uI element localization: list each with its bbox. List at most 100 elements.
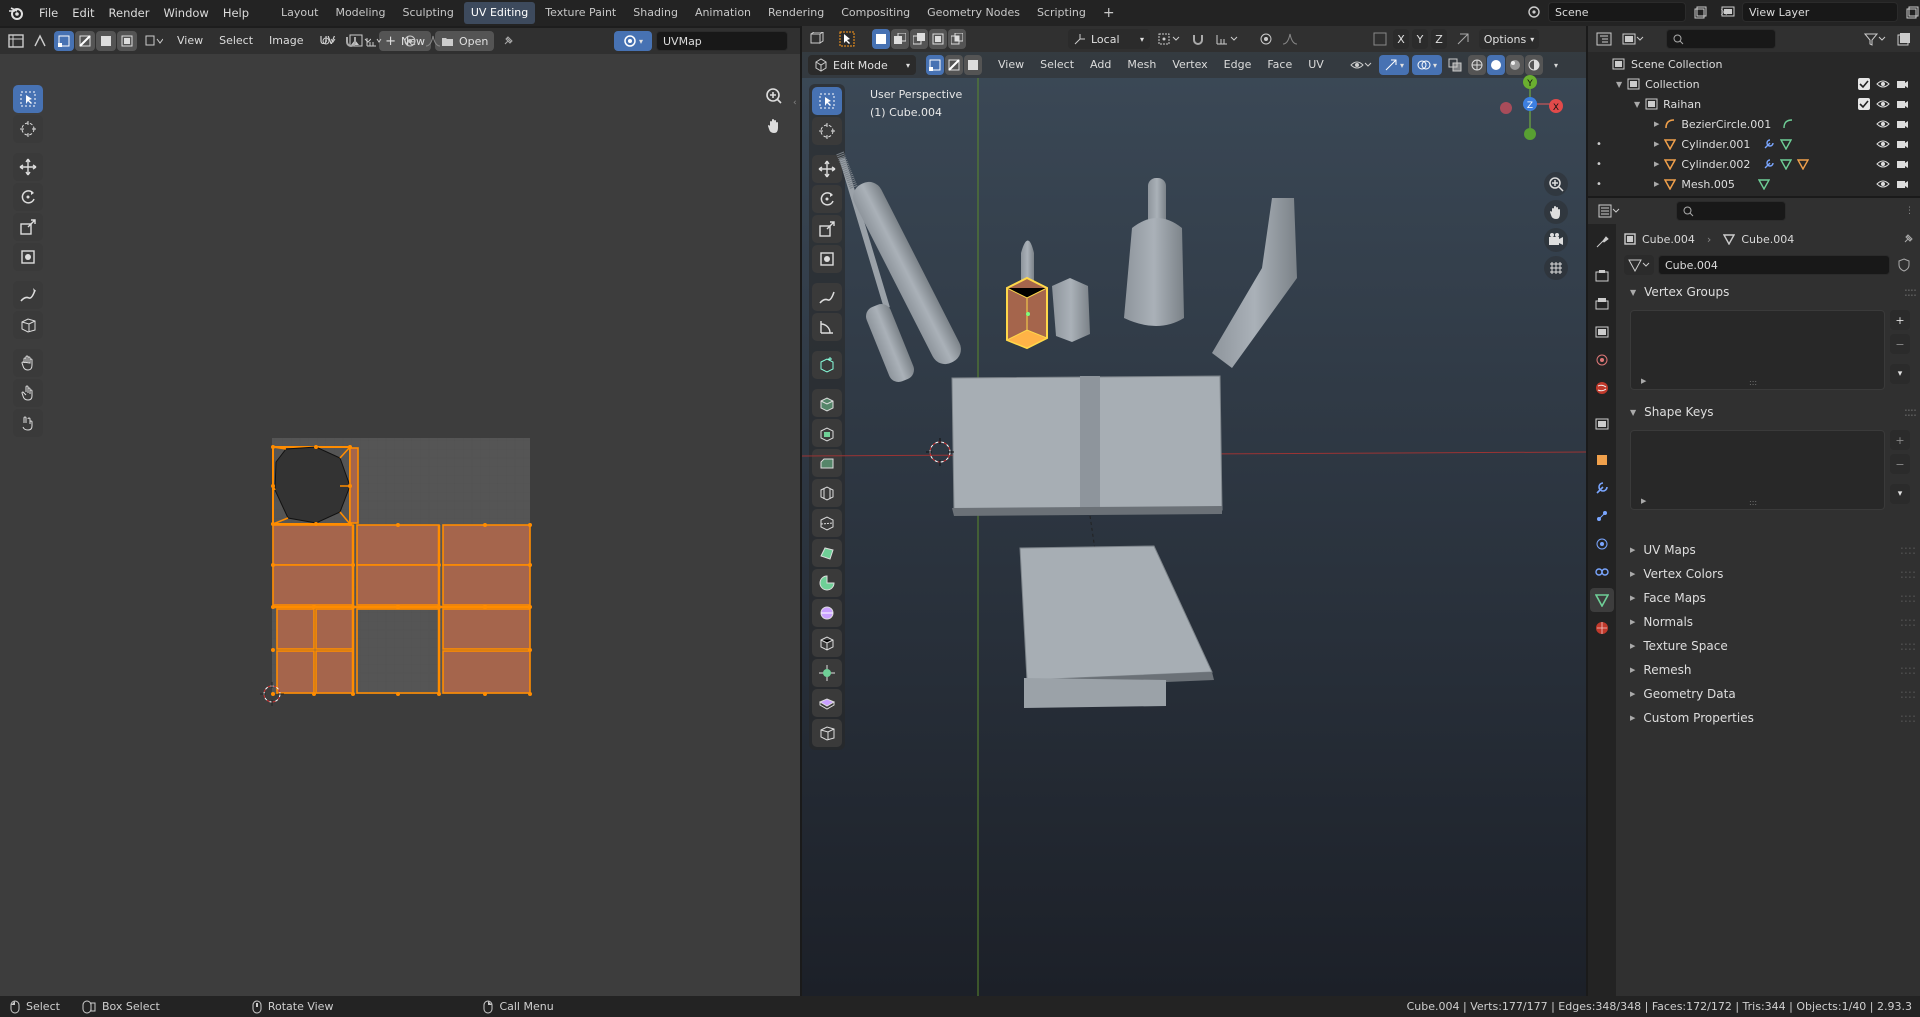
uvmap-field[interactable]: UVMap [656,31,788,51]
tab-sculpting[interactable]: Sculpting [396,2,461,24]
tab-compositing[interactable]: Compositing [834,2,917,24]
menu-edit[interactable]: Edit [65,0,101,26]
editor-type-icon[interactable] [6,31,26,51]
tab-uv-editing[interactable]: UV Editing [463,2,536,24]
uv-layout[interactable] [240,398,560,718]
select-extend-icon[interactable] [891,29,909,49]
snap-toggle-icon[interactable] [341,31,361,51]
mirror-y-toggle[interactable]: Y [1412,29,1428,49]
panel-normals[interactable]: ▶ Normals:::: [1622,610,1916,634]
menu-render[interactable]: Render [102,0,157,26]
viewport-snap-icon[interactable] [1188,29,1208,49]
vp-ortho-toggle-icon[interactable] [1544,256,1568,280]
new-scene-icon[interactable] [1690,2,1710,22]
display-mode-icon[interactable] [1618,29,1648,49]
mode-dropdown[interactable]: Edit Mode ▾ [808,55,916,75]
viewport-menu-view[interactable]: View [992,55,1030,75]
menu-help[interactable]: Help [216,0,256,26]
scale-tool-icon[interactable] [13,213,43,241]
vertex-group-specials-button[interactable]: ▾ [1890,364,1910,384]
panel-geometry-data[interactable]: ▶ Geometry Data:::: [1622,682,1916,706]
bone-xray-icon[interactable] [1370,29,1390,49]
proportional-edit-icon[interactable] [400,31,420,51]
scene-icon[interactable] [1524,2,1544,22]
options-dropdown[interactable]: Options ▾ [1479,29,1539,49]
viewport-menu-vertex[interactable]: Vertex [1166,55,1213,75]
object-eye-icon[interactable] [1876,158,1890,170]
outliner[interactable]: Scene Collection ▼ Collection ▼ Raihan ▶… [1588,26,1920,196]
xray-toggle-icon[interactable] [1445,55,1465,75]
tab-particles-icon[interactable] [1590,504,1614,528]
raihan-camera-icon[interactable] [1896,98,1909,110]
relax-tool-icon[interactable] [13,379,43,407]
vp-camera-icon[interactable] [1544,228,1568,252]
overlays-toggle[interactable]: ▾ [1412,55,1442,75]
tweak-select-tool-icon[interactable] [13,85,43,113]
object-eye-icon[interactable] [1876,118,1890,130]
cursor-tool-icon[interactable] [13,115,43,143]
panel-vertex-colors[interactable]: ▶ Vertex Colors:::: [1622,562,1916,586]
tab-view-layer-icon[interactable] [1590,320,1614,344]
outliner-item-mesh005[interactable]: • ▶ Mesh.005 [1588,174,1920,194]
wireframe-shading-icon[interactable] [1468,55,1486,75]
options-popover-icon[interactable] [1450,29,1476,49]
menu-file[interactable]: File [32,0,65,26]
add-workspace-icon[interactable]: + [1096,2,1122,24]
collection-eye-icon[interactable] [1876,78,1890,90]
properties-editor[interactable]: ⋮ Cube.004 › Cube.004 Cube.004 ▼ Vertex … [1588,198,1920,996]
pivot-point-icon[interactable] [318,31,338,51]
vertex-select-icon[interactable] [54,31,74,51]
tab-scene-icon[interactable] [1590,348,1614,372]
move-tool-icon[interactable] [13,153,43,181]
mirror-z-toggle[interactable]: Z [1431,29,1447,49]
select-intersect-icon[interactable] [948,29,966,49]
raihan-collection-row[interactable]: ▼ Raihan [1588,94,1920,114]
vp-zoom-icon[interactable] [1544,172,1568,196]
edge-mode-icon[interactable] [945,55,963,75]
shape-key-specials-button[interactable]: ▾ [1890,484,1910,504]
collection-row[interactable]: ▼ Collection [1588,74,1920,94]
properties-search[interactable] [1676,201,1786,221]
new-collection-icon[interactable] [1894,29,1914,49]
tab-shading[interactable]: Shading [626,2,685,24]
fake-user-shield-icon[interactable] [1894,255,1914,275]
tab-collection-icon[interactable] [1590,412,1614,436]
viewport-menu-face[interactable]: Face [1261,55,1298,75]
panel-uv-maps[interactable]: ▶ UV Maps:::: [1622,538,1916,562]
uv-menu-select[interactable]: Select [213,31,259,51]
object-camera-icon[interactable] [1896,178,1909,190]
view-layer-field[interactable]: View Layer [1742,2,1898,22]
panel-custom-properties[interactable]: ▶ Custom Properties:::: [1622,706,1916,730]
raihan-expand-icon[interactable]: ▼ [1634,100,1640,109]
annotate-tool-icon[interactable] [13,281,43,309]
mesh-browse-icon[interactable] [1624,255,1654,275]
tab-layout[interactable]: Layout [274,2,325,24]
object-camera-icon[interactable] [1896,138,1909,150]
uv-editor[interactable]: View Select Image UV +New Open ▾ UVMap [0,28,800,996]
viewport-snap-element-icon[interactable] [1212,29,1242,49]
viewport-proportional-icon[interactable] [1256,29,1276,49]
tool-settings-icon[interactable] [832,29,862,49]
viewport-menu-mesh[interactable]: Mesh [1121,55,1162,75]
uv-menu-view[interactable]: View [171,31,209,51]
outliner-search[interactable] [1666,29,1776,49]
3d-cursor[interactable] [926,438,954,466]
vertex-groups-list[interactable]: ▶ ::: [1630,310,1885,390]
tab-render-icon[interactable] [1590,264,1614,288]
sync-selection-icon[interactable] [30,31,50,51]
island-select-icon[interactable] [117,31,137,51]
select-subtract-icon[interactable] [910,29,928,49]
viewport-menu-add[interactable]: Add [1084,55,1117,75]
open-image-button[interactable]: Open [434,31,495,51]
viewport-menu-uv[interactable]: UV [1302,55,1330,75]
pin-icon[interactable] [498,31,518,51]
select-new-icon[interactable] [872,29,890,49]
tab-world-icon[interactable] [1590,376,1614,400]
pinch-tool-icon[interactable] [13,409,43,437]
rip-tool-icon[interactable] [13,311,43,339]
raihan-eye-icon[interactable] [1876,98,1890,110]
panel-remesh[interactable]: ▶ Remesh:::: [1622,658,1916,682]
scene-field[interactable]: Scene [1548,2,1686,22]
scene-collection-row[interactable]: Scene Collection [1588,54,1920,74]
snap-element-icon[interactable] [364,31,384,51]
